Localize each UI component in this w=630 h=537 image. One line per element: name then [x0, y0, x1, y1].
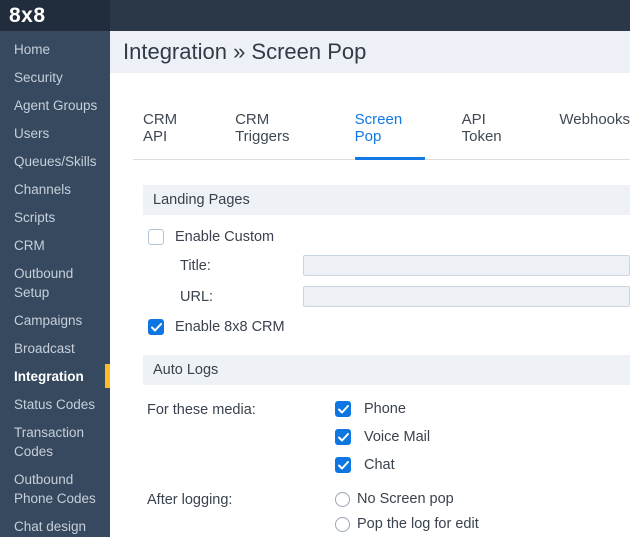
sidebar-item-integration[interactable]: Integration — [0, 362, 110, 390]
sidebar-item-label: Agent Groups — [14, 97, 98, 113]
sidebar-item-label: Chat design — [14, 518, 87, 534]
pop-log-edit-radio[interactable] — [335, 516, 350, 532]
pop-log-edit-label: Pop the log for edit — [357, 516, 479, 532]
enable-custom-checkbox[interactable] — [148, 229, 164, 245]
sidebar-item-label: Integration — [14, 368, 84, 384]
sidebar-item-label: Outbound Setup — [14, 265, 74, 300]
media-group: For these media: Phone Voice Mail Chat — [143, 401, 630, 473]
sidebar-item-outbound-setup[interactable]: Outbound Setup — [0, 259, 110, 306]
sidebar-nav: Home Security Agent Groups Users Queues/… — [0, 31, 110, 537]
no-screen-pop-radio[interactable] — [335, 491, 350, 507]
check-icon — [337, 460, 349, 469]
media-option-chat[interactable]: Chat — [335, 457, 430, 473]
phone-checkbox[interactable] — [335, 401, 351, 417]
voice-mail-checkbox[interactable] — [335, 429, 351, 445]
sidebar-item-agent-groups[interactable]: Agent Groups — [0, 91, 110, 119]
tab-webhooks[interactable]: Webhooks — [559, 111, 630, 160]
section-header-auto-logs: Auto Logs — [143, 355, 630, 385]
sidebar-item-broadcast[interactable]: Broadcast — [0, 334, 110, 362]
sidebar-item-crm[interactable]: CRM — [0, 231, 110, 259]
title-field-row: Title: — [143, 255, 630, 276]
phone-label: Phone — [364, 401, 406, 417]
tab-bar: CRM API CRM Triggers Screen Pop API Toke… — [133, 111, 630, 160]
radio-dot — [339, 496, 346, 503]
sidebar-item-campaigns[interactable]: Campaigns — [0, 306, 110, 334]
chat-checkbox[interactable] — [335, 457, 351, 473]
radio-option-pop-log-edit[interactable]: Pop the log for edit — [335, 516, 484, 532]
sidebar-item-transaction-codes[interactable]: Transaction Codes — [0, 418, 110, 465]
sidebar-item-label: Users — [14, 125, 50, 141]
check-icon — [150, 322, 162, 331]
sidebar-item-outbound-phone-codes[interactable]: Outbound Phone Codes — [0, 465, 110, 512]
enable-crm-checkbox[interactable] — [148, 319, 164, 335]
check-icon — [337, 432, 349, 441]
app-logo: 8x8 — [9, 3, 46, 27]
tab-crm-api[interactable]: CRM API — [143, 111, 198, 160]
no-screen-pop-label: No Screen pop — [357, 491, 454, 507]
top-bar: 8x8 — [0, 0, 630, 31]
sidebar-item-home[interactable]: Home — [0, 35, 110, 63]
title-field-label: Title: — [180, 257, 211, 274]
sidebar-item-queues-skills[interactable]: Queues/Skills — [0, 147, 110, 175]
sidebar-item-security[interactable]: Security — [0, 63, 110, 91]
url-input[interactable] — [303, 286, 630, 307]
sidebar-item-label: Scripts — [14, 209, 56, 225]
sidebar-item-label: Status Codes — [14, 396, 96, 412]
after-logging-label: After logging: — [147, 492, 233, 508]
radio-dot — [339, 521, 346, 528]
check-icon — [337, 404, 349, 413]
title-band: Integration » Screen Pop — [110, 31, 630, 73]
sidebar-item-label: Security — [14, 69, 63, 85]
tab-crm-triggers[interactable]: CRM Triggers — [235, 111, 318, 160]
media-option-phone[interactable]: Phone — [335, 401, 430, 417]
sidebar-item-channels[interactable]: Channels — [0, 175, 110, 203]
sidebar-item-label: Outbound Phone Codes — [14, 471, 96, 506]
enable-crm-row: Enable 8x8 CRM — [143, 319, 630, 335]
enable-crm-label: Enable 8x8 CRM — [175, 319, 285, 335]
section-title: Auto Logs — [153, 362, 219, 378]
enable-custom-label: Enable Custom — [175, 229, 275, 245]
sidebar-item-status-codes[interactable]: Status Codes — [0, 390, 110, 418]
tab-screen-pop[interactable]: Screen Pop — [354, 111, 425, 160]
media-option-voice-mail[interactable]: Voice Mail — [335, 429, 430, 445]
after-logging-options: No Screen pop Pop the log for edit Pop t… — [335, 491, 484, 537]
sidebar-item-label: Transaction Codes — [14, 424, 85, 459]
sidebar-item-label: CRM — [14, 237, 45, 253]
after-logging-group: After logging: No Screen pop Pop the log… — [143, 491, 630, 537]
chat-label: Chat — [364, 457, 395, 473]
voice-mail-label: Voice Mail — [364, 429, 431, 445]
enable-custom-row: Enable Custom — [143, 229, 630, 245]
url-field-label: URL: — [180, 288, 214, 305]
main-content: Integration » Screen Pop CRM API CRM Tri… — [110, 31, 630, 537]
tab-api-token[interactable]: API Token — [462, 111, 523, 160]
sidebar-item-scripts[interactable]: Scripts — [0, 203, 110, 231]
sidebar-item-label: Campaigns — [14, 312, 83, 328]
sidebar-item-chat-design[interactable]: Chat design — [0, 512, 110, 537]
radio-option-no-screen-pop[interactable]: No Screen pop — [335, 491, 484, 507]
sidebar-item-users[interactable]: Users — [0, 119, 110, 147]
title-input[interactable] — [303, 255, 630, 276]
media-options: Phone Voice Mail Chat — [335, 401, 430, 473]
top-bar-spacer — [110, 0, 630, 31]
url-field-row: URL: — [143, 286, 630, 307]
section-title: Landing Pages — [153, 192, 250, 208]
sidebar-item-label: Channels — [14, 181, 72, 197]
sidebar-item-label: Home — [14, 41, 51, 57]
page-title: Integration » Screen Pop — [123, 39, 367, 64]
media-group-label: For these media: — [147, 402, 256, 418]
sidebar-item-label: Broadcast — [14, 340, 75, 356]
logo-container[interactable]: 8x8 — [0, 0, 110, 31]
section-header-landing-pages: Landing Pages — [143, 185, 630, 215]
sidebar-item-label: Queues/Skills — [14, 153, 97, 169]
